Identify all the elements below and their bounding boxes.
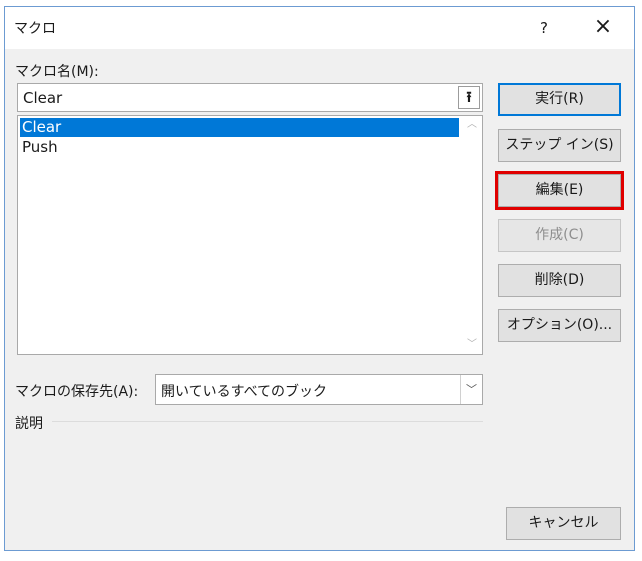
scroll-down-icon[interactable]: ﹀ <box>467 340 477 350</box>
close-icon[interactable]: × <box>589 16 617 40</box>
macro-location-select[interactable]: 開いているすべてのブック ﹀ <box>155 374 483 405</box>
delete-button[interactable]: 削除(D) <box>498 264 621 297</box>
list-scrollbar[interactable]: ︿ ﹀ <box>462 116 482 354</box>
create-button: 作成(C) <box>498 219 621 252</box>
macro-name-label: マクロ名(M): <box>15 64 99 80</box>
help-icon[interactable]: ? <box>530 16 558 40</box>
location-value: 開いているすべてのブック <box>161 384 328 400</box>
description-label: 説明 <box>15 416 43 432</box>
list-item-push[interactable]: Push <box>20 138 459 157</box>
run-button[interactable]: 実行(R) <box>498 83 621 116</box>
upload-arrow-icon[interactable]: ⭱ <box>458 86 480 109</box>
scroll-up-icon[interactable]: ︿ <box>467 120 477 130</box>
macro-name-input[interactable]: Clear ⭱ <box>17 83 483 112</box>
macro-name-value: Clear <box>23 89 63 107</box>
location-label: マクロの保存先(A): <box>15 384 139 400</box>
edit-highlight-box <box>495 171 624 210</box>
list-item-clear[interactable]: Clear <box>20 118 459 137</box>
dialog-title: マクロ <box>14 21 56 37</box>
title-bar: マクロ ? × <box>5 7 634 49</box>
step-in-button[interactable]: ステップ イン(S) <box>498 129 621 162</box>
macro-dialog: マクロ ? × マクロ名(M): Clear ⭱ Clear Push ︿ ﹀ … <box>4 6 635 551</box>
macro-list[interactable]: Clear Push ︿ ﹀ <box>17 115 483 355</box>
description-divider <box>52 421 483 422</box>
chevron-down-icon[interactable]: ﹀ <box>460 375 482 404</box>
cancel-button[interactable]: キャンセル <box>506 507 621 540</box>
options-button[interactable]: オプション(O)... <box>498 309 621 342</box>
